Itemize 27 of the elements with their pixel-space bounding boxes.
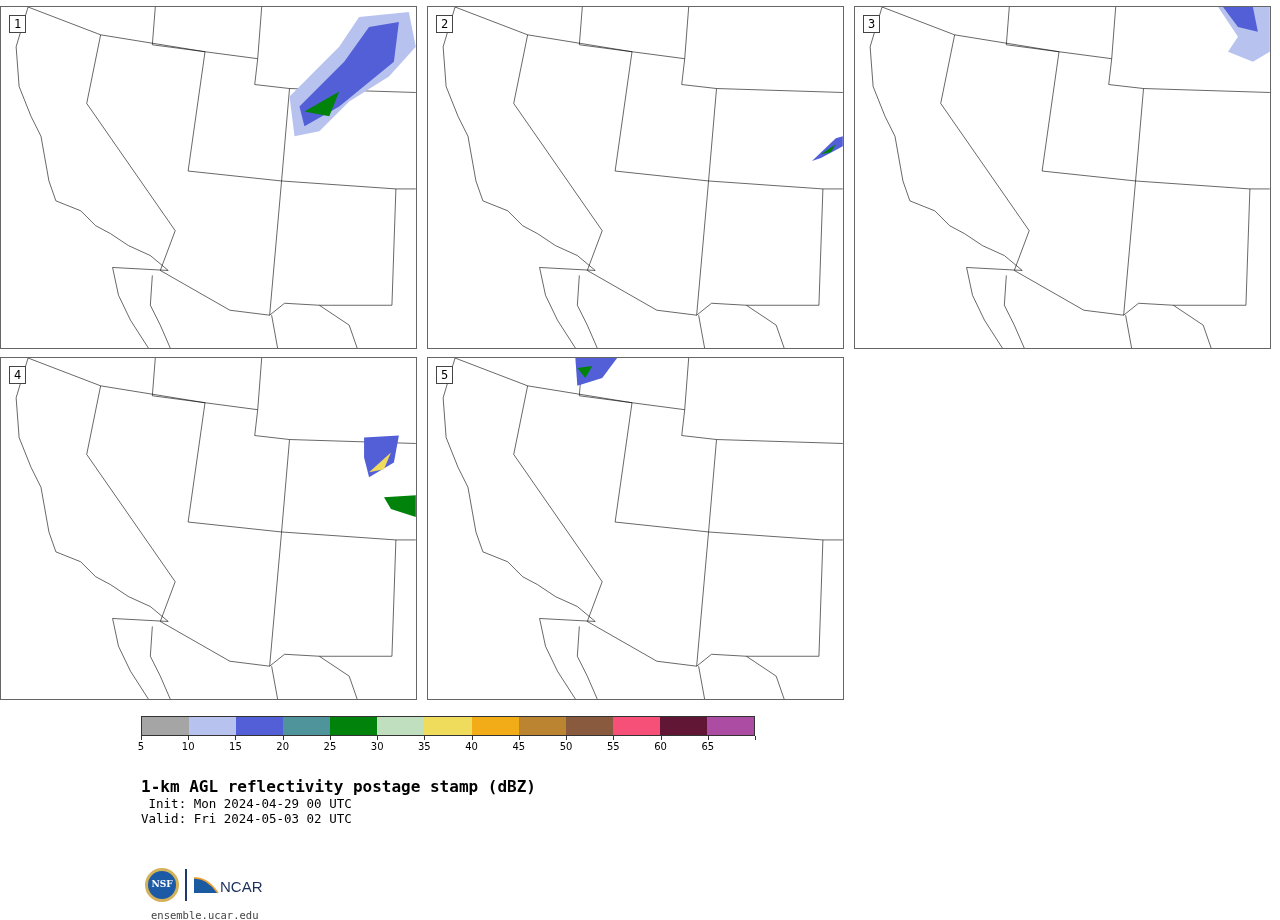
valid-time: Valid: Fri 2024-05-03 02 UTC (141, 811, 353, 826)
panel-number: 2 (436, 15, 454, 33)
radar-echo-drawing (811, 136, 843, 162)
panel-number: 3 (863, 15, 881, 33)
tick-label: 30 (370, 741, 384, 753)
website-url: ensemble.ucar.edu (151, 908, 260, 920)
tick-label: 50 (559, 741, 573, 753)
tick-label: 10 (181, 741, 195, 753)
tick-label: 5 (137, 741, 145, 753)
radar-echo-drawing (575, 358, 618, 386)
tick-label: 25 (323, 741, 337, 753)
panel-number: 1 (9, 15, 27, 33)
nsf-logo: NSF (145, 868, 179, 902)
tick-label: 60 (654, 741, 667, 753)
tick-label: 35 (418, 741, 431, 753)
tick-label: 40 (465, 741, 478, 753)
tick-label: 15 (229, 741, 242, 753)
ncar-logo: NCAR (193, 875, 263, 895)
tick-label: 55 (606, 741, 620, 753)
radar-echo-drawing (1218, 7, 1270, 62)
panel-number: 5 (436, 366, 454, 384)
chart-title: 1-km AGL reflectivity postage stamp (dBZ) (141, 778, 537, 796)
panel-number: 4 (9, 366, 27, 384)
tick-label: 20 (276, 741, 290, 753)
tick-label: 45 (512, 741, 526, 753)
tick-label: 65 (701, 741, 715, 753)
init-time: Init: Mon 2024-04-29 00 UTC (147, 796, 353, 811)
